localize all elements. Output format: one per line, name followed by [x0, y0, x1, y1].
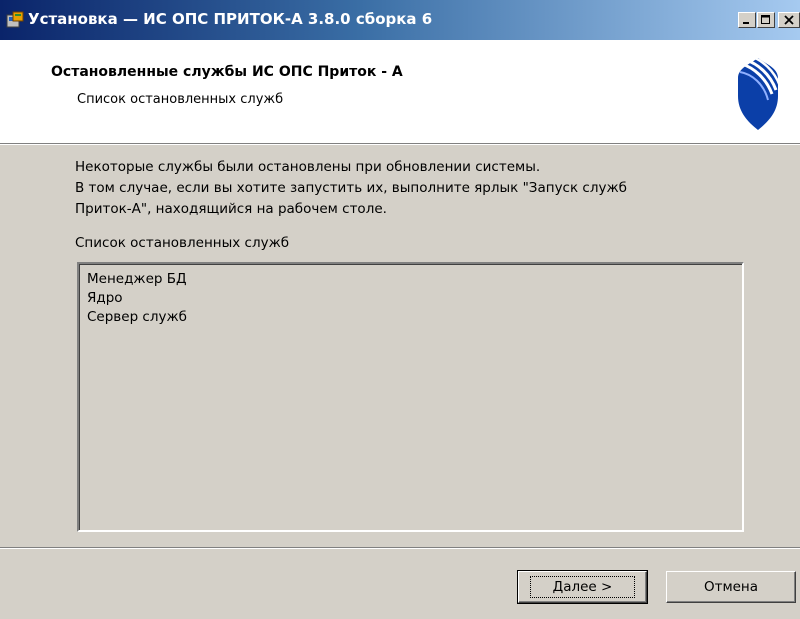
info-line: В том случае, если вы хотите запустить и… [75, 180, 627, 196]
services-list-label: Список остановленных служб [75, 235, 290, 251]
title-bar[interactable]: Установка — ИС ОПС ПРИТОК-А 3.8.0 сборка… [0, 0, 800, 40]
stopped-services-list[interactable]: Менеджер БД Ядро Сервер служб [77, 262, 744, 532]
footer-divider [0, 547, 800, 549]
info-line: Некоторые службы были остановлены при об… [75, 159, 541, 175]
window-title: Установка — ИС ОПС ПРИТОК-А 3.8.0 сборка… [28, 10, 433, 28]
minimize-icon[interactable] [738, 12, 756, 28]
list-item[interactable]: Менеджер БД [87, 270, 187, 289]
maximize-icon[interactable] [757, 12, 775, 28]
next-button[interactable]: Далее > [517, 570, 648, 604]
wizard-header: Остановленные службы ИС ОПС Приток - А С… [0, 40, 800, 144]
cancel-button-label: Отмена [703, 579, 759, 595]
close-icon[interactable] [778, 12, 800, 28]
list-item[interactable]: Ядро [87, 289, 187, 308]
list-item[interactable]: Сервер служб [87, 308, 187, 327]
info-line: Приток-А", находящийся на рабочем столе. [75, 201, 387, 217]
installer-window: Установка — ИС ОПС ПРИТОК-А 3.8.0 сборка… [0, 0, 800, 619]
company-logo [728, 50, 788, 134]
info-text: Некоторые службы были остановлены при об… [75, 157, 755, 220]
page-subtitle: Список остановленных служб [77, 92, 284, 107]
next-button-label: Далее > [529, 576, 636, 598]
page-title: Остановленные службы ИС ОПС Приток - А [51, 64, 403, 80]
cancel-button[interactable]: Отмена [666, 571, 796, 603]
installer-icon [6, 11, 24, 29]
